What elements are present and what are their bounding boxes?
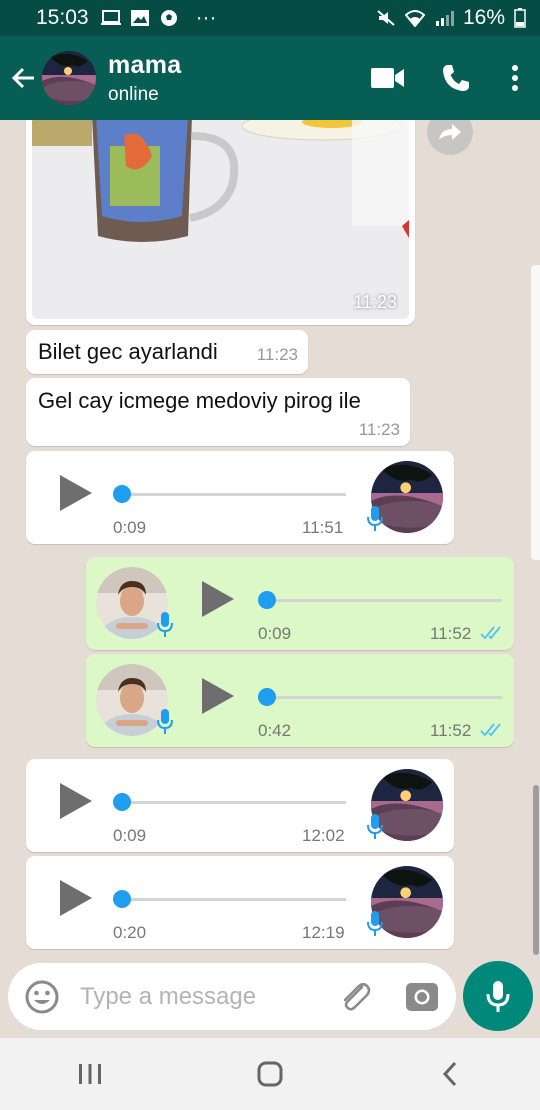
- voice-message[interactable]: 0:42 11:52: [86, 654, 514, 747]
- mic-icon: [157, 612, 173, 637]
- screen-cast-icon: [100, 10, 121, 25]
- play-icon[interactable]: [58, 471, 98, 515]
- message-time: 12:19: [302, 923, 345, 942]
- tea-glass-image: [32, 120, 409, 319]
- message-text: Gel cay icmege medoviy pirog ile: [38, 388, 361, 413]
- back-nav-button[interactable]: [420, 1044, 480, 1104]
- play-icon[interactable]: [58, 779, 98, 823]
- video-call-button[interactable]: [354, 36, 422, 120]
- scrollbar-thumb[interactable]: [533, 785, 539, 955]
- overflow-menu-icon: [512, 65, 518, 91]
- message-time: 11:52: [430, 721, 472, 740]
- home-button[interactable]: [240, 1044, 300, 1104]
- home-icon: [257, 1061, 283, 1087]
- voice-progress-track[interactable]: [114, 493, 346, 496]
- voice-progress-track[interactable]: [258, 599, 502, 602]
- voice-message[interactable]: 0:20 12:19: [26, 856, 454, 949]
- voice-duration: 0:09: [113, 518, 147, 537]
- mic-icon: [367, 506, 383, 531]
- play-icon[interactable]: [58, 876, 98, 920]
- voice-progress-track[interactable]: [114, 898, 346, 901]
- voice-progress-track[interactable]: [114, 801, 346, 804]
- voice-duration: 0:09: [258, 624, 292, 643]
- mic-icon: [367, 814, 383, 839]
- mic-icon: [157, 709, 173, 734]
- message-time: 11:52: [430, 624, 472, 643]
- more-notifications: ···: [195, 6, 217, 29]
- voice-message[interactable]: 0:09 12:02: [26, 759, 454, 852]
- composer: Type a message: [0, 960, 540, 1038]
- play-icon[interactable]: [200, 674, 240, 718]
- battery-percent: 16%: [462, 6, 505, 29]
- soccer-icon: [160, 10, 177, 26]
- voice-call-button[interactable]: [422, 36, 490, 120]
- forward-icon: [439, 124, 461, 140]
- text-message[interactable]: Gel cay icmege medoviy pirog ile 11:23: [26, 378, 410, 446]
- voice-progress-track[interactable]: [258, 696, 502, 699]
- message-time: 11:23: [353, 292, 397, 312]
- voice-duration: 0:20: [113, 923, 147, 942]
- message-time: 11:23: [256, 345, 298, 364]
- voice-message[interactable]: 0:09 11:52: [86, 557, 514, 650]
- video-call-icon: [371, 68, 404, 88]
- mic-icon: [486, 981, 510, 1012]
- battery-icon: [514, 8, 526, 28]
- message-input-placeholder[interactable]: Type a message: [80, 983, 336, 1011]
- tea-cup-photo[interactable]: 11:23: [32, 120, 409, 319]
- recent-apps-icon: [79, 1064, 101, 1084]
- voice-progress-knob[interactable]: [258, 688, 276, 706]
- back-arrow-icon: [11, 67, 34, 89]
- voice-call-icon: [443, 65, 469, 91]
- voice-progress-knob[interactable]: [113, 793, 131, 811]
- status-time: 15:03: [36, 6, 89, 29]
- image-message[interactable]: 11:23: [26, 120, 415, 325]
- scroll-edge: [531, 265, 540, 560]
- read-receipt-icon: [480, 626, 501, 640]
- record-voice-button[interactable]: [463, 961, 533, 1031]
- voice-progress-knob[interactable]: [113, 890, 131, 908]
- read-receipt-icon: [480, 723, 501, 737]
- back-chevron-icon: [442, 1061, 457, 1087]
- voice-duration: 0:42: [258, 721, 292, 740]
- signal-icon: [435, 11, 454, 26]
- voice-duration: 0:09: [113, 826, 147, 845]
- recent-apps-button[interactable]: [60, 1044, 120, 1104]
- status-bar: 15:03 ··· 16%: [0, 0, 540, 36]
- message-input[interactable]: Type a message: [8, 963, 456, 1030]
- message-text: Bilet gec ayarlandi: [38, 339, 218, 364]
- mute-icon: [377, 10, 395, 26]
- gallery-icon: [130, 10, 149, 26]
- contact-avatar[interactable]: [42, 51, 96, 105]
- text-message[interactable]: Bilet gec ayarlandi 11:23: [26, 330, 308, 374]
- forward-button[interactable]: [427, 120, 473, 155]
- message-time: 11:51: [302, 518, 344, 537]
- message-time: 12:02: [302, 826, 345, 845]
- sunset-tree-photo: [42, 51, 96, 105]
- chat-header: mama online: [0, 36, 540, 120]
- voice-progress-knob[interactable]: [258, 591, 276, 609]
- message-list[interactable]: 11:23 Bilet gec ayarlandi 11:23 Gel cay …: [0, 120, 540, 960]
- mic-icon: [367, 911, 383, 936]
- play-icon[interactable]: [200, 577, 240, 621]
- system-navigation-bar: [0, 1038, 540, 1110]
- voice-message[interactable]: 0:09 11:51: [26, 451, 454, 544]
- overflow-menu-button[interactable]: [490, 36, 540, 120]
- attach-icon[interactable]: [336, 977, 376, 1017]
- message-time: 11:23: [358, 420, 400, 439]
- emoji-icon[interactable]: [22, 977, 62, 1017]
- voice-progress-knob[interactable]: [113, 485, 131, 503]
- back-button[interactable]: [2, 36, 46, 120]
- contact-status: online: [108, 83, 159, 105]
- camera-icon[interactable]: [402, 977, 442, 1017]
- contact-name[interactable]: mama: [108, 51, 181, 80]
- wifi-icon: [404, 10, 425, 27]
